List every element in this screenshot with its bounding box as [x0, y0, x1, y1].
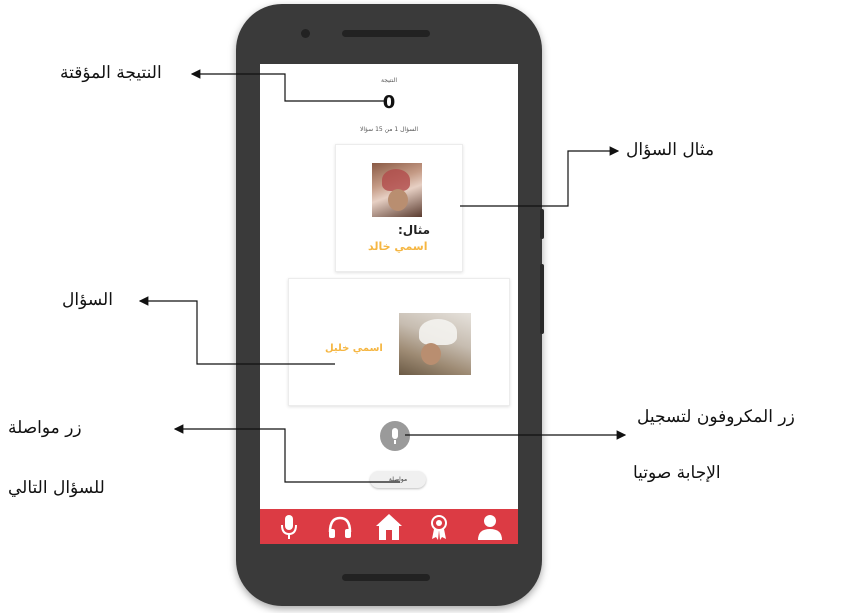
example-card: مثال: اسمي خالد	[335, 144, 463, 272]
annotation-mic-line2: الإجابة صوتيا	[633, 463, 721, 483]
mic-icon	[392, 428, 398, 439]
nav-headphones-icon[interactable]	[324, 512, 356, 542]
face-shape	[421, 343, 441, 365]
bottom-nav-bar	[260, 509, 518, 544]
nav-profile-icon[interactable]	[474, 512, 506, 542]
record-mic-button[interactable]	[380, 421, 410, 451]
annotation-continue-line1: زر مواصلة	[8, 418, 82, 438]
phone-side-button	[540, 264, 544, 334]
example-label: مثال:	[398, 223, 431, 237]
score-value: 0	[382, 92, 396, 113]
phone-frame: النتيجة 0 السؤال 1 من 15 سؤالا مثال: اسم…	[236, 4, 544, 606]
annotation-continue-line2: للسؤال التالي	[8, 478, 105, 498]
annotation-temp-score: النتيجة المؤقتة	[60, 63, 162, 83]
annotation-mic-line1: زر المكروفون لتسجيل	[637, 407, 795, 427]
example-photo	[372, 163, 422, 217]
phone-side-button	[540, 209, 544, 239]
headscarf-shape	[382, 169, 410, 191]
annotation-question: السؤال	[62, 290, 113, 310]
question-card[interactable]: اسمي خليل	[288, 278, 510, 406]
face-shape	[388, 189, 408, 211]
question-photo	[399, 313, 471, 375]
phone-speaker	[342, 30, 430, 37]
annotation-question-example: مثال السؤال	[626, 140, 715, 160]
question-progress: السؤال 1 من 15 سؤالا	[359, 126, 419, 133]
camera-icon	[301, 29, 310, 38]
score-label: النتيجة	[380, 77, 398, 84]
headscarf-shape	[419, 319, 457, 345]
nav-mic-icon[interactable]	[273, 512, 305, 542]
app-screen: النتيجة 0 السؤال 1 من 15 سؤالا مثال: اسم…	[260, 64, 518, 544]
mic-stem	[394, 440, 396, 444]
question-name: اسمي خليل	[325, 343, 383, 354]
example-name: اسمي خالد	[368, 240, 428, 253]
phone-speaker-bottom	[342, 574, 430, 581]
nav-home-icon[interactable]	[373, 512, 405, 542]
nav-award-icon[interactable]	[423, 512, 455, 542]
continue-button[interactable]: مواصلة	[370, 471, 426, 488]
